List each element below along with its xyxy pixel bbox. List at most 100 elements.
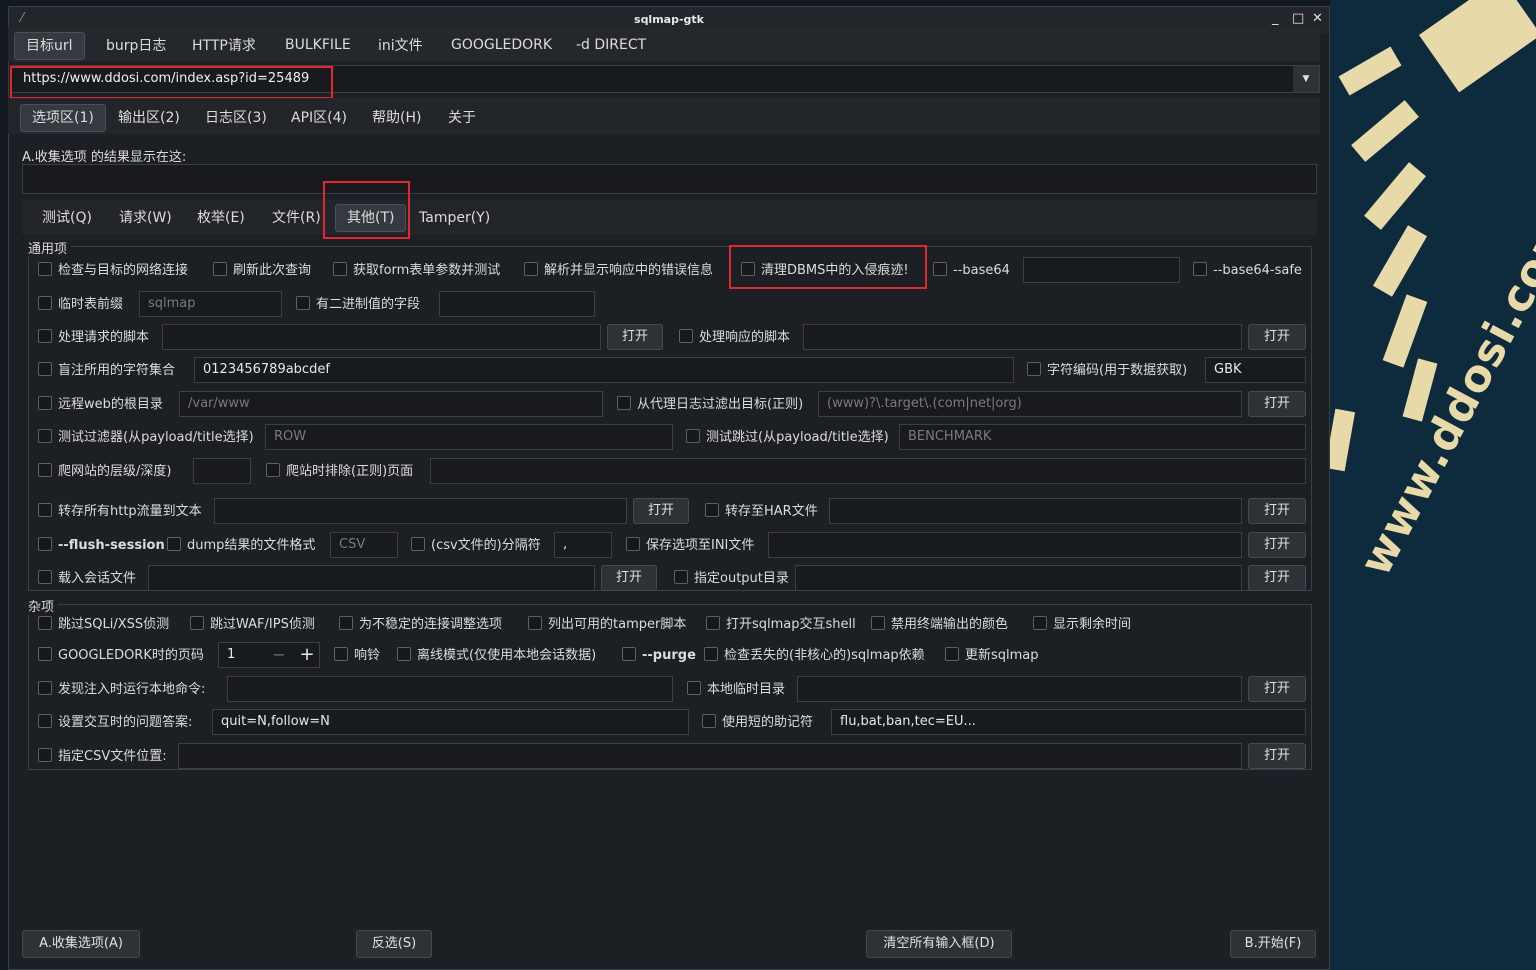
tab-test[interactable]: 测试(Q) xyxy=(31,205,103,231)
tab-ini-file[interactable]: ini文件 xyxy=(367,33,434,59)
fresh-queries-checkbox[interactable]: 刷新此次查询 xyxy=(213,261,311,281)
alert-input[interactable] xyxy=(227,676,673,702)
start-button[interactable]: B.开始(F) xyxy=(1230,930,1316,958)
web-root-checkbox[interactable]: 远程web的根目录 xyxy=(38,395,163,415)
beep-checkbox[interactable]: 响铃 xyxy=(334,646,380,666)
scope-open-button[interactable]: 打开 xyxy=(1248,391,1306,417)
output-dir-checkbox[interactable]: 指定output目录 xyxy=(674,569,789,589)
alert-checkbox[interactable]: 发现注入时运行本地命令: xyxy=(38,680,205,700)
tmp-dir-input[interactable] xyxy=(797,676,1242,702)
har-open-button[interactable]: 打开 xyxy=(1248,498,1306,524)
charset-checkbox[interactable]: 盲注所用的字符集合 xyxy=(38,361,175,381)
tab-request[interactable]: 请求(W) xyxy=(108,205,183,231)
base64-input[interactable] xyxy=(1023,257,1180,283)
mnemonic-input[interactable]: flu,bat,ban,tec=EU... xyxy=(831,709,1306,735)
preprocess-checkbox[interactable]: 处理请求的脚本 xyxy=(38,328,149,348)
skip-heuristics-checkbox[interactable]: 跳过SQLi/XSS侦测 xyxy=(38,615,169,635)
close-button[interactable]: ✕ xyxy=(1312,11,1323,26)
tab-options[interactable]: 选项区(1) xyxy=(20,104,106,132)
disable-coloring-checkbox[interactable]: 禁用终端输出的颜色 xyxy=(871,615,1008,635)
postprocess-input[interactable] xyxy=(803,324,1242,350)
update-checkbox[interactable]: 更新sqlmap xyxy=(945,646,1039,666)
tab-googledork[interactable]: GOOGLEDORK xyxy=(440,32,563,58)
table-prefix-input[interactable]: sqlmap xyxy=(139,291,282,317)
tab-help[interactable]: 帮助(H) xyxy=(361,105,432,131)
charset-input[interactable]: 0123456789abcdef xyxy=(194,357,1014,383)
traffic-open-button[interactable]: 打开 xyxy=(633,498,689,524)
har-checkbox[interactable]: 转存至HAR文件 xyxy=(705,502,818,522)
dump-format-input[interactable]: CSV xyxy=(330,532,398,558)
save-ini-input[interactable] xyxy=(768,532,1242,558)
purge-checkbox[interactable]: --purge xyxy=(622,646,696,666)
collect-result-field[interactable] xyxy=(22,164,1317,194)
csv-del-checkbox[interactable]: (csv文件的)分隔符 xyxy=(411,536,541,556)
tmp-dir-open-button[interactable]: 打开 xyxy=(1248,676,1306,702)
google-page-spinner[interactable]: 1 − + xyxy=(218,642,320,668)
base64-safe-checkbox[interactable]: --base64-safe xyxy=(1193,261,1302,281)
tab-burp-log[interactable]: burp日志 xyxy=(95,33,177,59)
scope-checkbox[interactable]: 从代理日志过滤出目标(正则) xyxy=(617,395,803,415)
tab-enumerate[interactable]: 枚举(E) xyxy=(186,205,256,231)
traffic-file-checkbox[interactable]: 转存所有http流量到文本 xyxy=(38,502,202,522)
postprocess-open-button[interactable]: 打开 xyxy=(1248,324,1306,350)
tab-about[interactable]: 关于 xyxy=(437,105,487,131)
clear-inputs-button[interactable]: 清空所有输入框(D) xyxy=(866,930,1012,958)
collect-options-button[interactable]: A.收集选项(A) xyxy=(22,930,140,958)
flush-session-checkbox[interactable]: --flush-session xyxy=(38,536,165,556)
answers-checkbox[interactable]: 设置交互时的问题答案: xyxy=(38,713,192,733)
sqlmap-shell-checkbox[interactable]: 打开sqlmap交互shell xyxy=(706,615,856,635)
preprocess-open-button[interactable]: 打开 xyxy=(607,324,663,350)
load-session-input[interactable] xyxy=(148,565,595,591)
tab-bulkfile[interactable]: BULKFILE xyxy=(274,32,362,58)
load-session-open-button[interactable]: 打开 xyxy=(601,565,657,591)
binary-fields-checkbox[interactable]: 有二进制值的字段 xyxy=(296,295,420,315)
encoding-checkbox[interactable]: 字符编码(用于数据获取) xyxy=(1027,361,1187,381)
tab-tamper[interactable]: Tamper(Y) xyxy=(408,205,501,231)
postprocess-checkbox[interactable]: 处理响应的脚本 xyxy=(679,328,790,348)
crawl-exclude-checkbox[interactable]: 爬站时排除(正则)页面 xyxy=(266,462,413,482)
traffic-file-input[interactable] xyxy=(214,498,627,524)
table-prefix-checkbox[interactable]: 临时表前缀 xyxy=(38,295,123,315)
skip-waf-checkbox[interactable]: 跳过WAF/IPS侦测 xyxy=(190,615,315,635)
preprocess-input[interactable] xyxy=(162,324,601,350)
results-file-checkbox[interactable]: 指定CSV文件位置: xyxy=(38,747,167,767)
tab-target-url[interactable]: 目标url xyxy=(14,32,85,60)
test-skip-input[interactable]: BENCHMARK xyxy=(899,424,1306,450)
har-input[interactable] xyxy=(829,498,1242,524)
answers-input[interactable]: quit=N,follow=N xyxy=(212,709,689,735)
google-page-value[interactable]: 1 xyxy=(227,647,235,662)
dependencies-checkbox[interactable]: 检查丢失的(非核心的)sqlmap依赖 xyxy=(704,646,925,666)
tab-direct[interactable]: -d DIRECT xyxy=(565,32,657,58)
increment-button[interactable]: + xyxy=(293,643,321,667)
test-skip-checkbox[interactable]: 测试跳过(从payload/title选择) xyxy=(686,428,889,448)
save-ini-open-button[interactable]: 打开 xyxy=(1248,532,1306,558)
maximize-button[interactable]: □ xyxy=(1292,11,1304,26)
tmp-dir-checkbox[interactable]: 本地临时目录 xyxy=(687,680,785,700)
scope-input[interactable]: (www)?\.target\.(com|net|org) xyxy=(818,391,1242,417)
tab-http-request[interactable]: HTTP请求 xyxy=(181,33,267,59)
parse-errors-checkbox[interactable]: 解析并显示响应中的错误信息 xyxy=(524,261,713,281)
results-file-open-button[interactable]: 打开 xyxy=(1248,743,1306,769)
base64-checkbox[interactable]: --base64 xyxy=(933,261,1010,281)
test-filter-checkbox[interactable]: 测试过滤器(从payload/title选择) xyxy=(38,428,254,448)
encoding-input[interactable]: GBK xyxy=(1205,357,1306,383)
minimize-button[interactable]: _ xyxy=(1272,11,1279,26)
dump-format-checkbox[interactable]: dump结果的文件格式 xyxy=(167,536,315,556)
tab-output[interactable]: 输出区(2) xyxy=(107,105,191,131)
eta-checkbox[interactable]: 显示剩余时间 xyxy=(1033,615,1131,635)
crawl-exclude-input[interactable] xyxy=(430,458,1306,484)
load-session-checkbox[interactable]: 载入会话文件 xyxy=(38,569,136,589)
invert-selection-button[interactable]: 反选(S) xyxy=(356,930,432,958)
list-tampers-checkbox[interactable]: 列出可用的tamper脚本 xyxy=(528,615,686,635)
forms-checkbox[interactable]: 获取form表单参数并测试 xyxy=(333,261,500,281)
output-dir-open-button[interactable]: 打开 xyxy=(1248,565,1306,591)
web-root-input[interactable]: /var/www xyxy=(179,391,603,417)
google-page-checkbox[interactable]: GOOGLEDORK时的页码 xyxy=(38,646,204,666)
tab-file[interactable]: 文件(R) xyxy=(261,205,332,231)
binary-fields-input[interactable] xyxy=(439,291,595,317)
url-dropdown-button[interactable]: ▼ xyxy=(1293,66,1319,92)
tab-log[interactable]: 日志区(3) xyxy=(194,105,278,131)
save-ini-checkbox[interactable]: 保存选项至INI文件 xyxy=(626,536,754,556)
smart-mnemonic-checkbox[interactable]: 使用短的助记符 xyxy=(702,713,813,733)
offline-checkbox[interactable]: 离线模式(仅使用本地会话数据) xyxy=(397,646,596,666)
